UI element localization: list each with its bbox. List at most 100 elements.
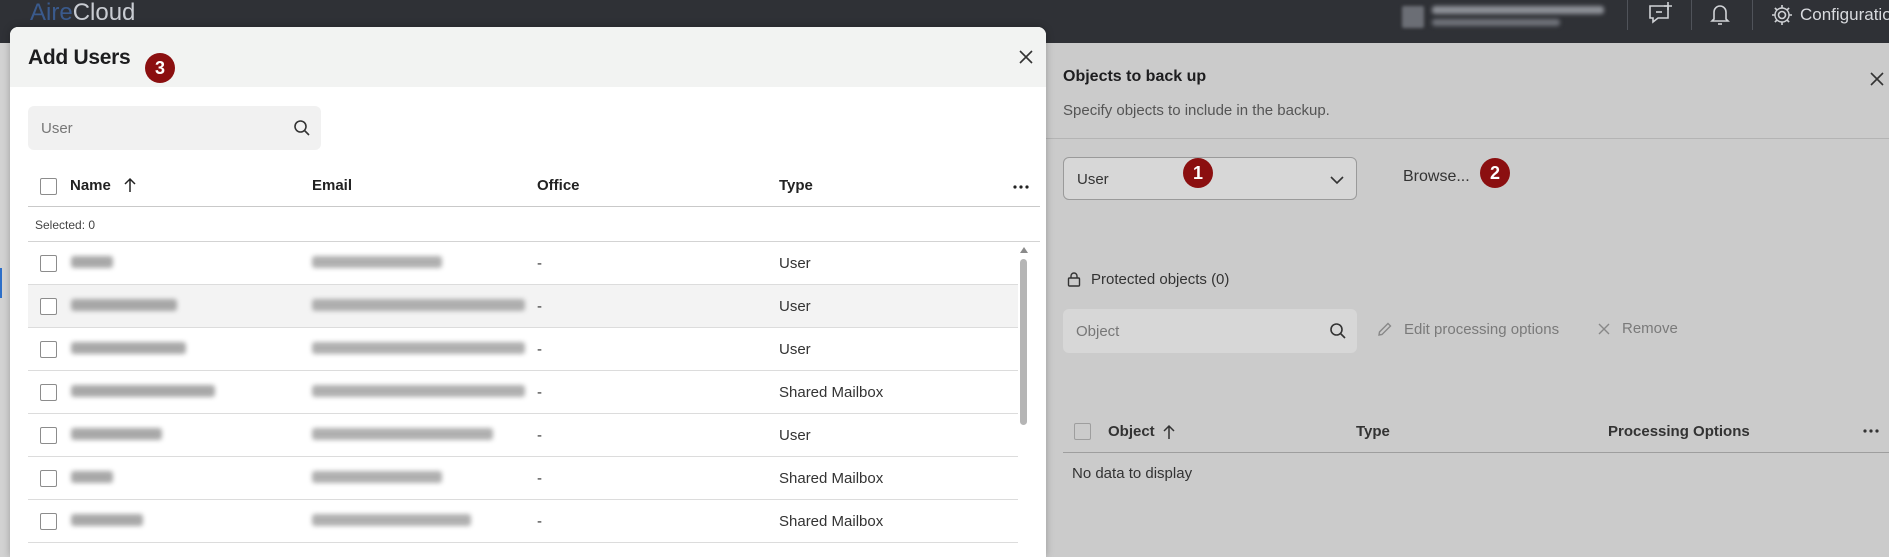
user-email-blurred [312,428,493,440]
type-cell: Shared Mailbox [779,513,884,530]
configuration-menu[interactable]: Configuratio [1770,0,1889,30]
pencil-icon [1378,322,1392,336]
table-row[interactable]: - Shared Mailbox [28,457,1018,500]
dialog-header: Add Users 3 [10,27,1046,87]
close-icon[interactable] [1866,68,1888,90]
empty-state-text: No data to display [1072,465,1193,482]
left-nav-strip [0,43,10,557]
topbar-divider [1691,0,1692,30]
feedback-icon[interactable] [1646,0,1676,30]
sort-ascending-icon[interactable] [1162,423,1176,441]
topbar-divider [1752,0,1753,30]
account-email-blurred [1432,19,1560,26]
user-name-blurred [71,299,177,311]
user-name-blurred [71,342,186,354]
column-header-object[interactable]: Object [1108,423,1155,440]
lock-icon [1067,272,1081,287]
object-search-input[interactable]: Object [1063,309,1357,353]
divider [1046,138,1889,139]
user-email-blurred [312,342,525,354]
column-header-type[interactable]: Type [779,177,813,194]
office-cell: - [537,513,542,530]
user-name-blurred [71,428,162,440]
user-email-blurred [312,385,525,397]
row-checkbox[interactable] [40,255,57,272]
step-badge-1: 1 [1183,158,1213,188]
user-email-blurred [312,256,442,268]
column-header-office[interactable]: Office [537,177,580,194]
office-cell: - [537,341,542,358]
row-checkbox[interactable] [40,341,57,358]
table-row[interactable]: - Shared Mailbox [28,500,1018,543]
user-name-blurred [71,471,113,483]
table-row[interactable]: - Shared Mailbox [28,371,1018,414]
app-logo[interactable]: AireCloud [30,0,135,26]
table-row[interactable]: - User [28,242,1018,285]
user-email-blurred [312,299,525,311]
row-checkbox[interactable] [40,427,57,444]
type-cell: User [779,341,811,358]
search-placeholder: Object [1076,323,1120,340]
account-avatar [1402,6,1424,28]
office-cell: - [537,470,542,487]
table-row[interactable]: - User [28,414,1018,457]
topbar-divider [1627,0,1628,30]
row-checkbox[interactable] [40,384,57,401]
column-header-email[interactable]: Email [312,177,352,194]
row-checkbox[interactable] [40,470,57,487]
office-cell: - [537,298,542,315]
scroll-up-arrow-icon[interactable] [1020,247,1028,253]
configuration-label: Configuratio [1800,5,1889,24]
column-header-processing-options[interactable]: Processing Options [1608,423,1750,440]
add-users-dialog: Add Users 3 User Name Email Office Type … [10,27,1046,557]
user-name-blurred [71,514,143,526]
remove-label: Remove [1622,320,1678,337]
column-header-type[interactable]: Type [1356,423,1390,440]
logo-part-1: Aire [30,0,73,26]
select-all-checkbox[interactable] [40,178,57,195]
table-row[interactable]: - User [28,328,1018,371]
step-badge-3: 3 [145,53,175,83]
protected-objects-label: Protected objects (0) [1091,270,1230,288]
sort-ascending-icon[interactable] [123,176,137,194]
remove-button[interactable]: Remove [1596,320,1678,337]
protected-objects-table-header: Object Type Processing Options [1063,411,1889,453]
edit-label: Edit processing options [1404,320,1560,338]
edit-processing-options-button[interactable]: Edit processing options [1376,320,1559,338]
more-options-icon[interactable] [1011,177,1031,197]
office-cell: - [537,384,542,401]
table-scrollbar[interactable] [1018,247,1030,557]
select-value: User [1077,171,1109,188]
panel-subtitle: Specify objects to include in the backup… [1063,102,1330,119]
logo-part-2: Cloud [72,0,136,26]
office-cell: - [537,255,542,272]
user-email-blurred [312,514,471,526]
protected-objects-header: Protected objects (0) [1067,269,1229,289]
step-badge-2: 2 [1480,158,1510,188]
account-switcher[interactable] [1402,4,1607,30]
row-checkbox[interactable] [40,513,57,530]
account-name-blurred [1432,6,1604,14]
type-cell: User [779,298,811,315]
scrollbar-thumb[interactable] [1020,259,1027,425]
select-all-checkbox[interactable] [1074,423,1091,440]
type-cell: Shared Mailbox [779,470,884,487]
selected-count: Selected: 0 [35,218,96,232]
objects-to-backup-panel: Objects to back up Specify objects to in… [1046,43,1889,557]
close-icon[interactable] [1016,47,1036,67]
type-cell: User [779,255,811,272]
bell-icon[interactable] [1705,0,1735,30]
more-options-icon[interactable] [1862,425,1880,437]
user-email-blurred [312,471,442,483]
active-nav-marker [0,268,2,298]
browse-button[interactable]: Browse... [1403,168,1470,186]
table-row[interactable]: - User [28,285,1018,328]
row-checkbox[interactable] [40,298,57,315]
user-name-blurred [71,385,215,397]
users-table-header: Name Email Office Type [28,165,1040,207]
column-header-name[interactable]: Name [70,177,111,194]
type-cell: User [779,427,811,444]
user-name-blurred [71,256,113,268]
office-cell: - [537,427,542,444]
user-search-input[interactable]: User [28,106,321,150]
